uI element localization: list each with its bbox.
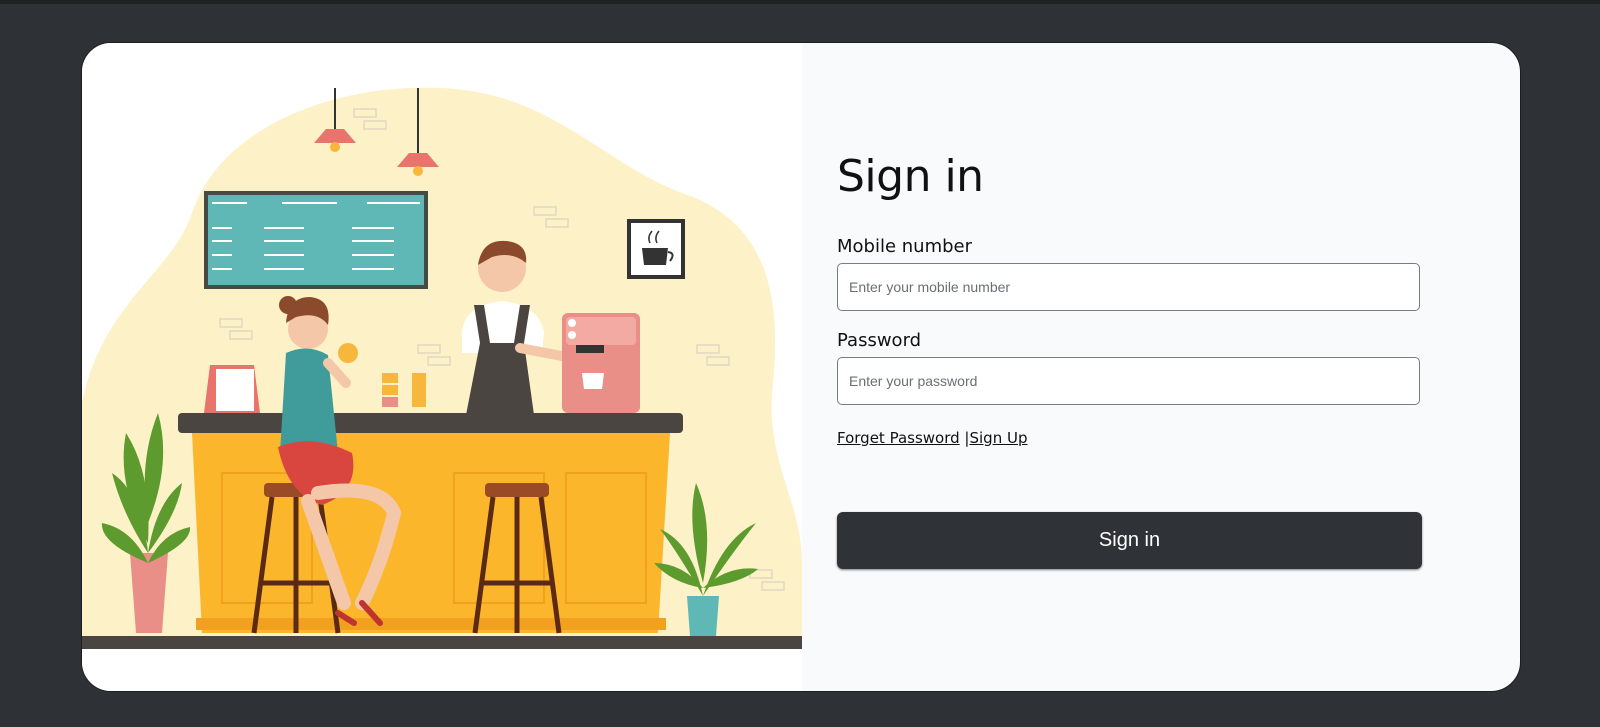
mobile-number-label: Mobile number bbox=[837, 236, 973, 257]
cafe-barista-illustration bbox=[82, 87, 802, 649]
sign-up-link[interactable]: Sign Up bbox=[969, 429, 1027, 447]
password-label: Password bbox=[837, 330, 922, 351]
mobile-number-input[interactable] bbox=[837, 263, 1420, 311]
signin-form: Sign in Mobile number Password Forget Pa… bbox=[837, 151, 1422, 569]
password-input[interactable] bbox=[837, 357, 1420, 405]
page-title: Sign in bbox=[837, 151, 984, 202]
auth-links: Forget Password |Sign Up bbox=[837, 429, 1027, 447]
sign-in-button[interactable]: Sign in bbox=[837, 512, 1422, 569]
top-border bbox=[0, 0, 1600, 4]
signin-card: Sign in Mobile number Password Forget Pa… bbox=[81, 42, 1521, 692]
forget-password-link[interactable]: Forget Password bbox=[837, 429, 960, 447]
cafe-illustration bbox=[82, 43, 802, 691]
